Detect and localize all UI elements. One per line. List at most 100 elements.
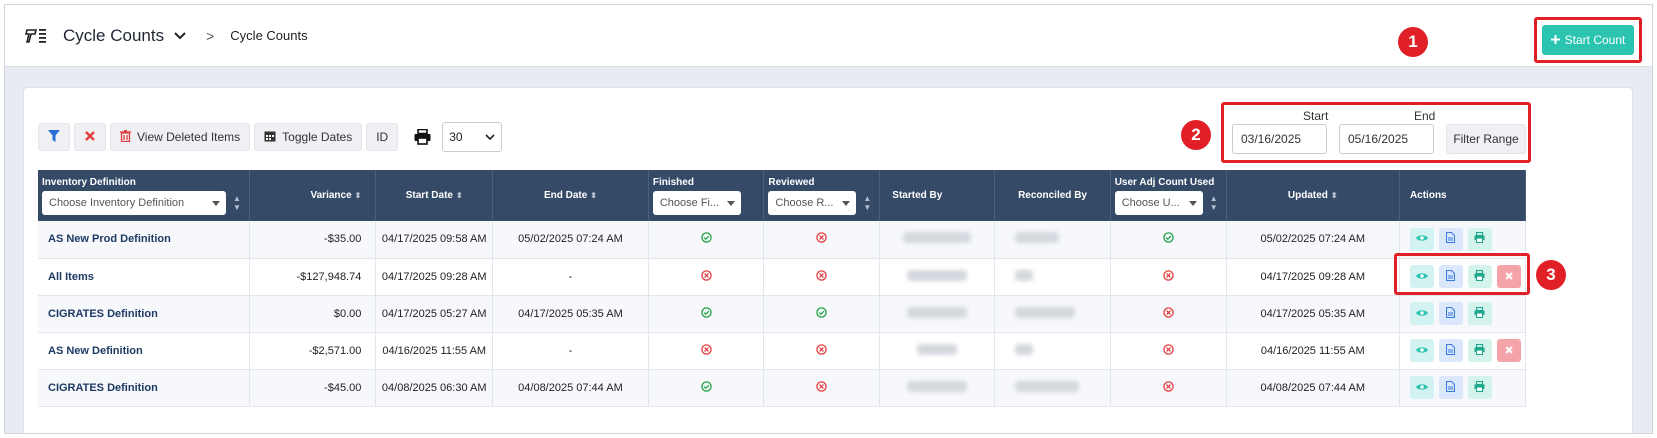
inventory-definition-link[interactable]: CIGRATES Definition (38, 369, 251, 406)
start-label: Start (1303, 109, 1329, 123)
x-circle-icon (816, 380, 828, 395)
col-updated-label: Updated (1287, 190, 1328, 201)
table-row: CIGRATES Definition $0.00 04/17/2025 05:… (38, 295, 1527, 332)
redacted-name (903, 232, 972, 244)
print-row-button[interactable] (1467, 339, 1492, 362)
finished-cell (648, 258, 765, 295)
print-icon (1474, 232, 1485, 246)
breadcrumb-current: Cycle Counts (230, 28, 308, 43)
finished-cell (648, 369, 765, 406)
user-adj-placeholder: Choose U... (1121, 196, 1180, 209)
table-toolbar: View Deleted Items Toggle Dates ID 30 (38, 122, 503, 152)
print-row-button[interactable] (1467, 227, 1492, 251)
inventory-definition-link[interactable]: CIGRATES Definition (38, 295, 251, 332)
table-row: AS New Prod Definition -$35.00 04/17/202… (38, 221, 1527, 258)
annotation-badge-3: 3 (1536, 260, 1566, 290)
col-reviewed: Reviewed Choose R... ▲ ▼ (763, 170, 881, 221)
user-adj-select[interactable]: Choose U... (1114, 190, 1203, 215)
view-button[interactable] (1409, 339, 1434, 362)
chevron-down-icon[interactable] (174, 28, 186, 43)
redacted-name (1015, 269, 1034, 281)
variance-cell: -$127,948.74 (249, 258, 377, 295)
toggle-dates-button[interactable]: Toggle Dates (254, 123, 363, 151)
annotation-badge-1: 1 (1398, 27, 1428, 57)
updated-cell: 05/02/2025 07:24 AM (1226, 221, 1400, 258)
actions-highlight (1394, 253, 1530, 295)
col-start-date[interactable]: Start Date ⬍ (375, 170, 494, 221)
filter-range-button[interactable]: Filter Range (1446, 124, 1526, 154)
id-label: ID (376, 130, 389, 144)
col-end-date[interactable]: End Date ⬍ (492, 170, 649, 221)
document-button[interactable] (1438, 376, 1463, 399)
check-circle-icon (816, 306, 828, 321)
col-reviewed-label: Reviewed (768, 176, 815, 188)
end-date-input[interactable]: 05/16/2025 (1339, 124, 1434, 154)
page-size-select[interactable]: 30 (442, 122, 503, 152)
col-inventory-label: Inventory Definition (42, 176, 136, 188)
delete-button[interactable] (1496, 339, 1521, 362)
document-button[interactable] (1438, 227, 1463, 251)
variance-cell: -$2,571.00 (249, 332, 377, 369)
view-deleted-button[interactable]: View Deleted Items (110, 123, 251, 151)
sort-icon[interactable]: ▲ ▼ (863, 194, 871, 212)
sort-icon[interactable]: ▲ ▼ (233, 194, 241, 212)
id-button[interactable]: ID (366, 123, 399, 151)
end-date-cell: - (492, 258, 649, 295)
inventory-definition-select[interactable]: Choose Inventory Definition (42, 190, 226, 215)
document-button[interactable] (1438, 302, 1463, 325)
check-circle-icon (1162, 232, 1174, 246)
col-variance[interactable]: Variance ⬍ (249, 170, 377, 221)
print-icon[interactable] (412, 127, 432, 147)
start-date-cell: 04/17/2025 09:28 AM (375, 258, 494, 295)
document-button[interactable] (1438, 339, 1463, 362)
variance-cell: $0.00 (249, 295, 377, 332)
finished-select[interactable]: Choose Fi... (652, 190, 741, 215)
reviewed-select[interactable]: Choose R... (768, 190, 857, 215)
start-count-button[interactable]: Start Count (1542, 25, 1634, 55)
annotation-badge-2: 2 (1181, 120, 1211, 150)
trash-icon (120, 129, 131, 145)
sort-icon[interactable]: ▲ ▼ (1210, 194, 1218, 212)
scanner-icon (25, 25, 49, 47)
start-date-cell: 04/16/2025 11:55 AM (375, 332, 494, 369)
breadcrumb-separator: > (206, 27, 215, 44)
started-by-cell (879, 369, 996, 406)
calendar-icon (264, 130, 276, 145)
actions-cell (1399, 332, 1527, 369)
inventory-definition-link[interactable]: AS New Definition (38, 332, 251, 369)
sort-icon: ⬍ (590, 191, 597, 200)
view-button[interactable] (1409, 376, 1434, 399)
updated-cell: 04/17/2025 05:35 AM (1226, 295, 1400, 332)
view-button[interactable] (1409, 302, 1434, 325)
col-finished-label: Finished (652, 176, 694, 188)
started-by-cell (879, 295, 996, 332)
view-deleted-label: View Deleted Items (137, 130, 241, 144)
inventory-definition-link[interactable]: AS New Prod Definition (38, 221, 251, 258)
print-row-button[interactable] (1467, 376, 1492, 399)
filter-button[interactable] (38, 123, 70, 151)
page-title: Cycle Counts (63, 25, 165, 45)
updated-cell: 04/17/2025 09:28 AM (1226, 258, 1400, 295)
start-date-input[interactable]: 03/16/2025 (1232, 124, 1327, 154)
redacted-name (907, 380, 968, 392)
col-updated[interactable]: Updated ⬍ (1226, 170, 1400, 221)
redacted-name (1015, 232, 1060, 244)
eye-icon (1415, 308, 1428, 320)
chevron-down-icon (485, 130, 495, 144)
finished-cell (648, 221, 765, 258)
inventory-definition-link[interactable]: All Items (38, 258, 251, 295)
view-button[interactable] (1409, 227, 1434, 251)
table-row: AS New Definition -$2,571.00 04/16/2025 … (38, 332, 1527, 369)
toggle-dates-label: Toggle Dates (282, 130, 353, 144)
top-bar: Cycle Counts > Cycle Counts 1 Start Coun… (5, 5, 1652, 67)
started-by-cell (879, 332, 996, 369)
end-date-cell: 04/08/2025 07:44 AM (492, 369, 649, 406)
page-size-value: 30 (449, 130, 463, 144)
x-circle-icon (700, 269, 712, 284)
reviewed-placeholder: Choose R... (775, 196, 834, 209)
x-circle-icon (700, 343, 712, 358)
clear-filters-button[interactable] (74, 123, 106, 151)
print-row-button[interactable] (1467, 302, 1492, 325)
finished-placeholder: Choose Fi... (659, 196, 720, 209)
document-icon (1446, 232, 1456, 246)
